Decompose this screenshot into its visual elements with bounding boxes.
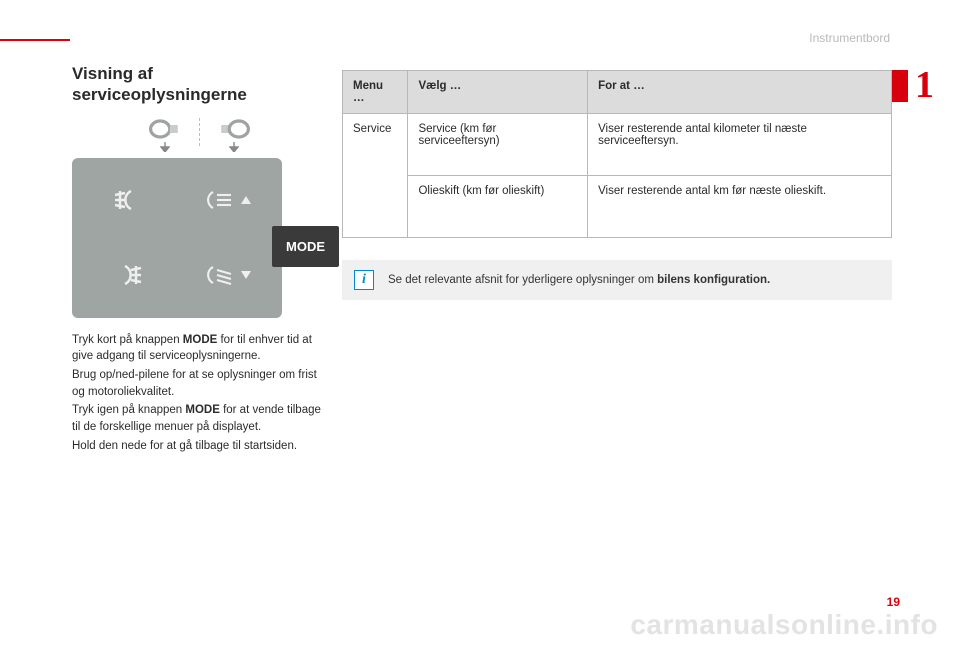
cell-purpose: Viser resterende antal kilometer til næs… [588,114,892,176]
page-number: 19 [887,595,900,609]
body-p3a: Tryk igen på knappen [72,404,185,416]
info-box: i Se det relevante afsnit for yderligere… [342,260,892,300]
info-bold: bilens konfiguration. [657,274,770,286]
right-area: Menu … Vælg … For at … Service Service (… [342,70,892,300]
table-row: Service Service (km før serviceeftersyn)… [343,114,892,176]
cell-select: Olieskift (km før olieskift) [408,176,588,238]
arrow-down-icon [229,142,239,152]
front-fog-light-icon [84,172,173,229]
mode-button: MODE [272,226,339,267]
cell-purpose: Viser resterende antal km før næste olie… [588,176,892,238]
body-p1b: MODE [183,334,218,346]
cell-select: Service (km før serviceeftersyn) [408,114,588,176]
chapter-tab [890,70,908,102]
low-beam-down-icon [181,247,270,304]
steering-wheel-left-icon [149,118,181,140]
rear-fog-light-icon [84,247,173,304]
body-p1a: Tryk kort på knappen [72,334,183,346]
service-table: Menu … Vælg … For at … Service Service (… [342,70,892,238]
watermark: carmanualsonline.info [630,609,938,641]
info-icon: i [354,270,374,290]
th-menu: Menu … [343,71,408,114]
body-p2: Brug op/ned-pilene for at se oplysninger… [72,367,327,400]
button-panel-wrap: MODE [72,158,327,318]
steering-variant-row [72,118,327,152]
cell-menu: Service [343,114,408,238]
arrow-down-icon [160,142,170,152]
high-beam-up-icon [181,172,270,229]
triangle-up-icon [241,196,251,204]
body-text: Tryk kort på knappen MODE for til enhver… [72,332,327,455]
section-header: Instrumentbord [809,31,890,45]
table-row: Olieskift (km før olieskift) Viser reste… [343,176,892,238]
th-select: Vælg … [408,71,588,114]
steering-wheel-right-icon [218,118,250,140]
page-title: Visning af serviceoplysningerne [72,63,327,106]
info-text: Se det relevante afsnit for yderligere o… [388,274,657,286]
variant-divider [199,118,200,146]
left-column: Visning af serviceoplysningerne [72,63,327,456]
body-p4: Hold den nede for at gå tilbage til star… [72,438,327,455]
chapter-number: 1 [915,63,934,107]
button-panel [72,158,282,318]
triangle-down-icon [241,271,251,279]
accent-bar [0,39,70,41]
body-p3b: MODE [185,404,220,416]
info-text-wrap: Se det relevante afsnit for yderligere o… [388,274,770,286]
th-purpose: For at … [588,71,892,114]
